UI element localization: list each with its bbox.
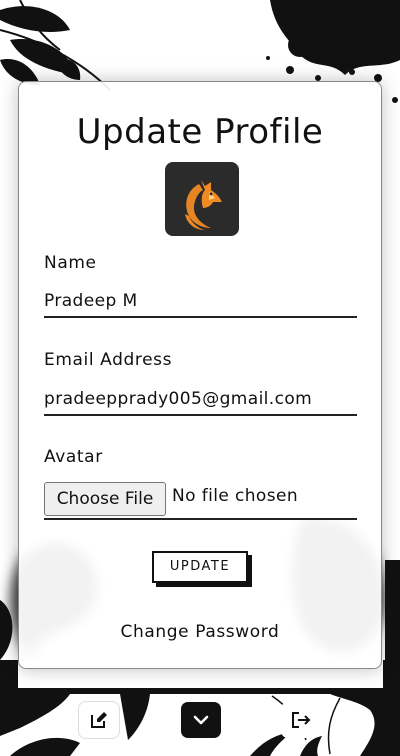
- change-password-link[interactable]: Change Password: [19, 622, 381, 642]
- avatar-label: Avatar: [44, 447, 103, 467]
- email-label: Email Address: [44, 350, 173, 370]
- bottom-nav-bar: [0, 688, 400, 756]
- name-field[interactable]: Pradeep M: [44, 288, 357, 318]
- avatar-file-input[interactable]: Choose File No file chosen: [44, 480, 357, 520]
- chevron-down-icon: [193, 715, 209, 725]
- page-title: Update Profile: [76, 112, 324, 152]
- email-field[interactable]: pradeepprady005@gmail.com: [44, 386, 357, 416]
- edit-profile-button[interactable]: [79, 702, 119, 738]
- choose-file-button[interactable]: Choose File: [44, 482, 166, 516]
- menu-dropdown-button[interactable]: [181, 702, 221, 738]
- update-button[interactable]: UPDATE: [152, 551, 248, 583]
- logout-icon: [292, 712, 311, 728]
- fox-logo: [165, 162, 239, 236]
- file-status-text: No file chosen: [172, 486, 299, 506]
- name-label: Name: [44, 253, 97, 273]
- logout-button[interactable]: [281, 702, 321, 738]
- edit-icon: [91, 712, 107, 728]
- update-profile-card: Update Profile Name Pradeep M Email Addr…: [18, 81, 382, 669]
